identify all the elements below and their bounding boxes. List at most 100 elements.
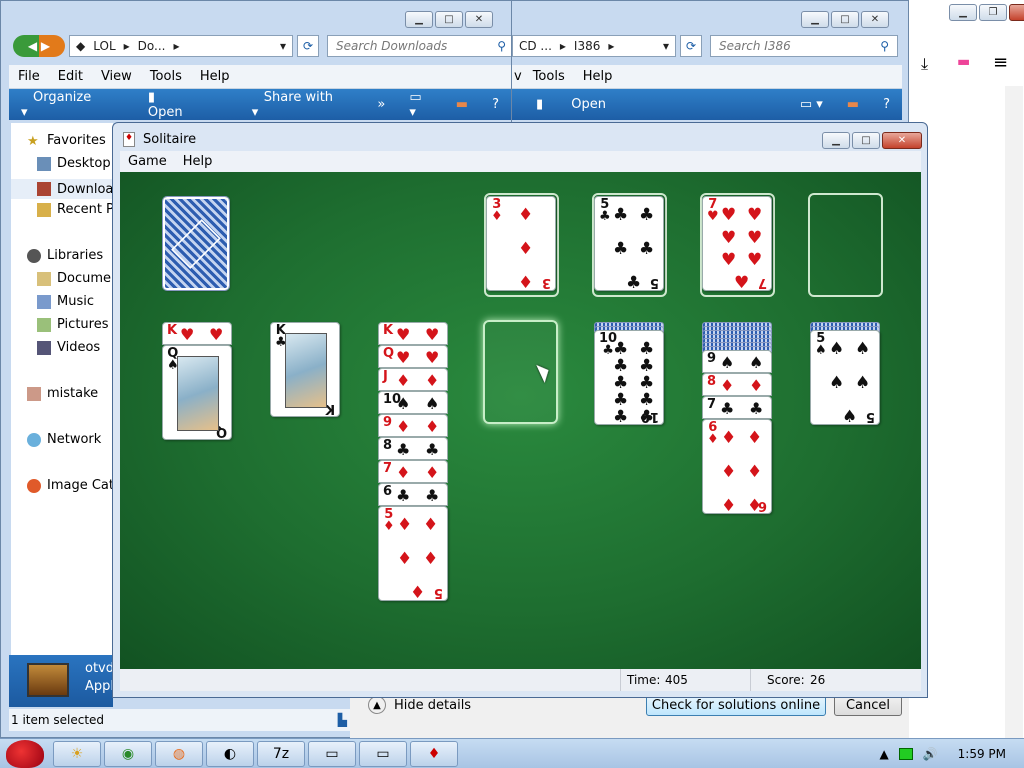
more-commands-button[interactable]: »: [365, 97, 397, 112]
tableau-card[interactable]: 7 ♦ ♦: [378, 460, 448, 483]
menu-help[interactable]: Help: [191, 69, 239, 84]
close-icon[interactable]: ✕: [882, 132, 922, 149]
maximize-icon[interactable]: □: [831, 11, 859, 28]
solitaire-window: ♦ Solitaire ▁ □ ✕ Game Help 3 ♦ 3 ♦ ♦ ♦ 5 ♣ 5 ♣ ♣ ♣…: [112, 122, 928, 698]
volume-icon[interactable]: 🔊: [923, 747, 938, 761]
menu-tools[interactable]: Tools: [141, 69, 191, 84]
views-icon[interactable]: ▭ ▾: [397, 90, 443, 120]
card-rank: 5 ♣: [599, 198, 611, 223]
tableau-top-card[interactable]: K ♣ K: [270, 322, 340, 417]
close-icon[interactable]: ✕: [1009, 4, 1024, 21]
address-bar[interactable]: CD ... ▸ I386 ▸ ▾: [512, 35, 676, 57]
taskbar-button[interactable]: ☀: [53, 740, 101, 767]
help-icon[interactable]: ?: [871, 97, 902, 112]
search-input[interactable]: Search Downloads ⚲: [327, 35, 515, 57]
tableau-card[interactable]: K ♥ ♥: [378, 322, 448, 345]
open-button[interactable]: ▮ Open: [512, 97, 630, 112]
stock-pile[interactable]: [162, 196, 230, 291]
suit-pip-icon: ♠: [829, 373, 845, 393]
views-icon[interactable]: ▭ ▾: [788, 97, 835, 112]
tableau-card[interactable]: 7 ♣ ♣: [702, 396, 772, 419]
tableau-card[interactable]: 9 ♠ ♠: [702, 350, 772, 373]
taskbar-button[interactable]: ◍: [155, 740, 203, 767]
scrollbar[interactable]: [1005, 86, 1023, 738]
nav-downloads[interactable]: Downloads: [11, 179, 113, 199]
suit-pip-icon: ♥: [747, 227, 763, 248]
taskbar-button[interactable]: ◉: [104, 740, 152, 767]
tableau-card[interactable]: 8 ♣ ♣: [378, 437, 448, 460]
game-table[interactable]: 3 ♦ 3 ♦ ♦ ♦ 5 ♣ 5 ♣ ♣ ♣ ♣ ♣ 7 ♥ 7 ♥ ♥ ♥ ♥ ♥ ♥ ♥ K ♥ ♥ Q ♠ Q K ♣ K K ♥ ♥ Q ♥ ♥…: [120, 172, 921, 669]
taskbar-button[interactable]: 7z: [257, 740, 305, 767]
preview-pane-icon[interactable]: ▬: [444, 97, 480, 112]
flag-icon[interactable]: ▬: [957, 54, 970, 70]
chevron-down-icon[interactable]: ▾: [663, 39, 669, 53]
menu-tools[interactable]: Tools: [524, 69, 574, 84]
menu-help[interactable]: Help: [574, 69, 622, 84]
open-button[interactable]: ▮ Open: [124, 90, 240, 120]
menu-view[interactable]: v: [512, 69, 524, 84]
details-file-name: otvd: [85, 661, 114, 676]
menu-edit[interactable]: Edit: [49, 69, 92, 84]
chevron-down-icon[interactable]: ▾: [280, 39, 286, 53]
back-forward-icon[interactable]: ◀ ▶: [13, 35, 65, 57]
tableau-card[interactable]: 8 ♦ ♦: [702, 373, 772, 396]
refresh-icon[interactable]: ⟳: [680, 35, 702, 57]
help-icon[interactable]: ?: [480, 97, 511, 112]
address-bar[interactable]: ◆ LOL ▸ Do... ▸ ▾: [69, 35, 293, 57]
open-icon: ▮: [536, 97, 548, 112]
minimize-icon[interactable]: ▁: [801, 11, 829, 28]
minimize-icon[interactable]: ▁: [949, 4, 977, 21]
foundation-slot-empty[interactable]: [808, 193, 883, 297]
suit-pip-icon: ♥: [721, 227, 737, 248]
minimize-icon[interactable]: ▁: [405, 11, 433, 28]
preview-pane-icon[interactable]: ▬: [835, 97, 871, 112]
minimize-icon[interactable]: ▁: [822, 132, 850, 149]
suit-pip-icon: ♦: [721, 428, 737, 448]
address-segment[interactable]: I386: [574, 39, 600, 53]
tableau-top-card[interactable]: 5 ♦ 5 ♦ ♦ ♦ ♦ ♦: [378, 506, 448, 601]
start-button[interactable]: [0, 739, 50, 768]
tableau-card[interactable]: 6 ♣ ♣: [378, 483, 448, 506]
hide-details-toggle[interactable]: ▲ Hide details: [368, 696, 471, 714]
download-icon[interactable]: ⤓: [921, 54, 928, 74]
share-with-button[interactable]: Share with ▾: [240, 90, 366, 120]
network-tray-icon[interactable]: [898, 747, 913, 760]
tableau-card[interactable]: 10 ♠ ♠: [378, 391, 448, 414]
tableau-card[interactable]: J ♦ ♦: [378, 368, 448, 391]
close-icon[interactable]: ✕: [861, 11, 889, 28]
refresh-icon[interactable]: ⟳: [297, 35, 319, 57]
tableau-card[interactable]: Q ♥ ♥: [378, 345, 448, 368]
address-segment[interactable]: LOL: [93, 39, 115, 53]
maximize-icon[interactable]: □: [852, 132, 880, 149]
clock[interactable]: 1:59 PM: [958, 747, 1006, 761]
organize-button[interactable]: Organize ▾: [9, 90, 124, 120]
tableau-top-card[interactable]: Q ♠ Q: [162, 345, 232, 440]
tray-arrow-icon[interactable]: ▲: [879, 747, 888, 761]
star-icon: ★: [27, 133, 39, 149]
taskbar-button[interactable]: ◐: [206, 740, 254, 767]
chrome-icon: ◉: [121, 745, 135, 762]
taskbar-button[interactable]: ▭: [308, 740, 356, 767]
tableau-card[interactable]: K ♥ ♥: [162, 322, 232, 345]
menu-help[interactable]: Help: [175, 154, 221, 169]
address-segment[interactable]: Do...: [138, 39, 166, 53]
tableau-top-card[interactable]: 6 ♦ 6 ♦ ♦ ♦ ♦ ♦ ♦: [702, 419, 772, 514]
menu-game[interactable]: Game: [120, 154, 175, 169]
address-segment[interactable]: CD ...: [519, 39, 552, 53]
menu-file[interactable]: File: [9, 69, 49, 84]
taskbar-button[interactable]: ♦: [410, 740, 458, 767]
foundation-card[interactable]: 5 ♣ 5 ♣ ♣ ♣ ♣ ♣: [594, 196, 664, 291]
search-input[interactable]: Search I386 ⚲: [710, 35, 898, 57]
tableau-top-card[interactable]: 5 ♠ 5 ♠ ♠ ♠ ♠ ♠: [810, 330, 880, 425]
close-icon[interactable]: ✕: [465, 11, 493, 28]
taskbar-button[interactable]: ▭: [359, 740, 407, 767]
menu-view[interactable]: View: [92, 69, 141, 84]
suit-pip-icon: ♥: [747, 205, 763, 225]
tableau-card[interactable]: 9 ♦ ♦: [378, 414, 448, 437]
hamburger-menu-icon[interactable]: ≡: [993, 52, 1008, 73]
tableau-top-card[interactable]: 10 ♣ 10 ♣ ♣ ♣ ♣ ♣ ♣ ♣ ♣ ♣ ♣: [594, 330, 664, 425]
foundation-card[interactable]: 7 ♥ 7 ♥ ♥ ♥ ♥ ♥ ♥ ♥: [702, 196, 772, 291]
foundation-card[interactable]: 3 ♦ 3 ♦ ♦ ♦: [486, 196, 556, 291]
maximize-icon[interactable]: □: [435, 11, 463, 28]
restore-icon[interactable]: ❐: [979, 4, 1007, 21]
